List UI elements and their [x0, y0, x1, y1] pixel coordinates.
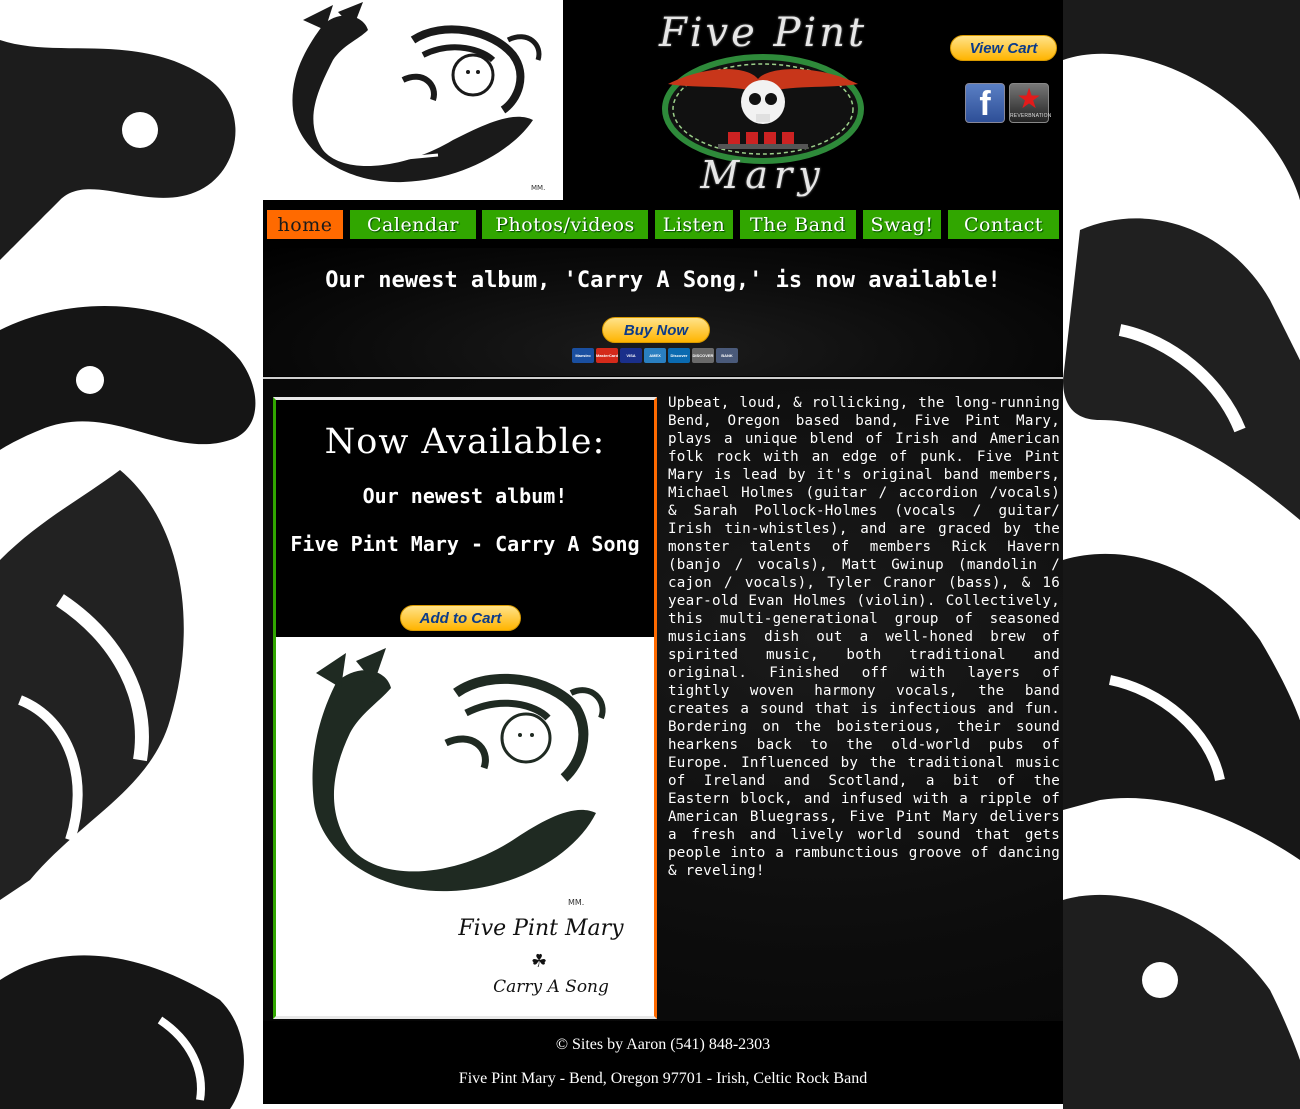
album-cover-mermaid-art: MM.	[286, 643, 616, 913]
nav-item-home[interactable]: home	[265, 208, 345, 241]
footer-address: Five Pint Mary - Bend, Oregon 97701 - Ir…	[458, 1070, 868, 1087]
payment-card-discover-icon: DISCOVER	[692, 348, 714, 363]
payment-card-mastercard-icon: MasterCard	[596, 348, 618, 363]
page-container: MM. Five Pint Mary View Cart f ★ REVERBN…	[263, 0, 1063, 1104]
main-nav: home Calendar Photos/videos Listen The B…	[263, 208, 1063, 242]
logo-text-top: Five Pint	[658, 10, 868, 56]
site-header: MM. Five Pint Mary View Cart f ★ REVERBN…	[263, 0, 1063, 205]
album-cover-subtitle: Carry A Song	[493, 977, 609, 997]
footer-credit: © Sites by Aaron (541) 848-2303	[555, 1036, 771, 1053]
promo-text: Our newest album, 'Carry A Song,' is now…	[325, 268, 1001, 293]
payment-card-discover-icon: Discover	[668, 348, 690, 363]
album-subheading: Our newest album!	[362, 484, 568, 508]
payment-card-visa-icon: VISA	[620, 348, 642, 363]
payment-card-maestro-icon: Maestro	[572, 348, 594, 363]
nav-item-swag[interactable]: Swag!	[861, 208, 943, 241]
add-to-cart-button[interactable]: Add to Cart	[400, 605, 521, 631]
svg-text:MM.: MM.	[568, 898, 584, 907]
nav-item-contact[interactable]: Contact	[946, 208, 1061, 241]
album-promo-banner: Our newest album, 'Carry A Song,' is now…	[263, 248, 1063, 376]
reverbnation-label: REVERBNATION	[1010, 113, 1052, 119]
payment-cards: Maestro MasterCard VISA AMEX Discover DISCOVE…	[572, 348, 738, 364]
skull-logo-icon	[662, 54, 864, 164]
album-cover-title: Five Pint Mary	[458, 916, 624, 941]
album-feature-box: Now Available: Our newest album! Five Pi…	[273, 397, 657, 1019]
payment-card-amex-icon: AMEX	[644, 348, 666, 363]
album-cover-image: MM. Five Pint Mary ☘ Carry A Song	[276, 637, 654, 1016]
nav-item-calendar[interactable]: Calendar	[348, 208, 478, 241]
header-mermaid-image: MM.	[263, 0, 563, 200]
buy-now-button[interactable]: Buy Now	[602, 317, 710, 343]
reverbnation-link[interactable]: ★ REVERBNATION	[1009, 82, 1052, 123]
site-footer: © Sites by Aaron (541) 848-2303 Five Pin…	[263, 1021, 1063, 1104]
facebook-link[interactable]: f	[965, 83, 1005, 123]
payment-card-bank-icon: BANK	[716, 348, 738, 363]
view-cart-button[interactable]: View Cart	[950, 35, 1057, 61]
main-content: Now Available: Our newest album! Five Pi…	[263, 379, 1063, 1021]
logo-text-bottom: Mary	[700, 153, 826, 197]
reverbnation-star-icon: ★	[1016, 82, 1042, 115]
svg-text:MM.: MM.	[531, 184, 545, 192]
facebook-icon: f	[979, 85, 991, 123]
band-bio: Upbeat, loud, & rollicking, the long-run…	[668, 395, 1060, 879]
album-title: Five Pint Mary - Carry A Song	[290, 532, 640, 556]
nav-item-listen[interactable]: Listen	[653, 208, 735, 241]
nav-item-the-band[interactable]: The Band	[738, 208, 858, 241]
mermaid-linocut-art: MM.	[263, 0, 563, 200]
nav-item-photos-videos[interactable]: Photos/videos	[480, 208, 650, 241]
shamrock-icon: ☘	[531, 951, 548, 972]
album-heading: Now Available:	[324, 422, 606, 462]
band-logo[interactable]: Five Pint Mary	[618, 8, 908, 198]
